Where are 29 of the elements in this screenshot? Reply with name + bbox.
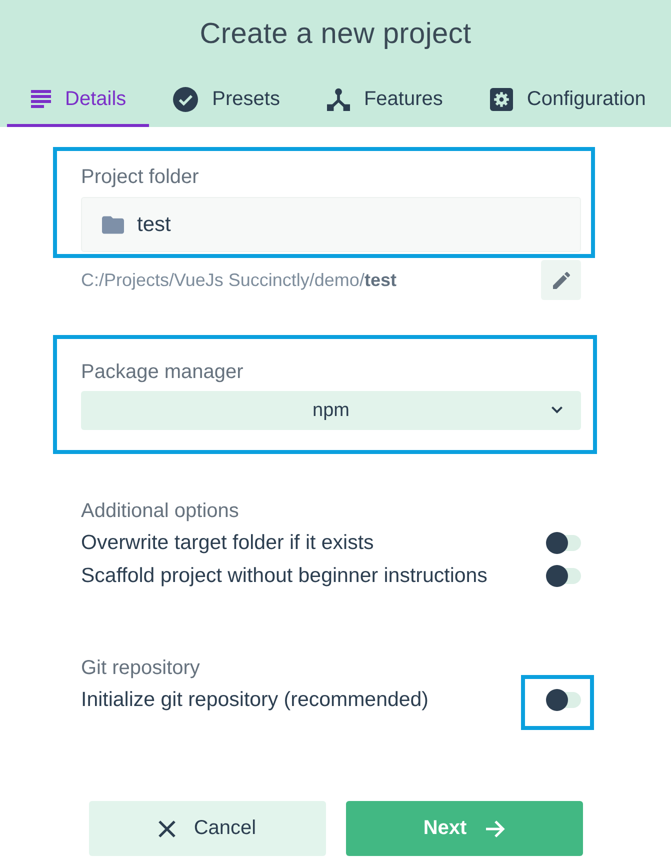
tab[interactable]: Configuration — [466, 74, 669, 127]
option-label: Scaffold project without beginner instructions — [81, 564, 488, 588]
window-title: Create a new project — [200, 17, 472, 52]
close-icon — [158, 820, 176, 838]
option-label: Overwrite target folder if it exists — [81, 530, 374, 554]
chevron-down-icon — [551, 406, 563, 414]
check-circle-icon — [173, 86, 198, 112]
pencil-icon — [552, 272, 570, 288]
tab[interactable]: Features — [302, 74, 466, 127]
section-heading: Additional options — [81, 499, 239, 523]
section-heading: Git repository — [81, 656, 200, 680]
option-label: Initialize git repository (recommended) — [81, 688, 428, 712]
tab[interactable]: Details — [7, 74, 150, 127]
gear-icon — [490, 88, 513, 110]
folder-icon — [102, 216, 124, 234]
package-manager-select[interactable]: npm — [81, 391, 581, 430]
edit-button[interactable] — [541, 260, 581, 300]
list-icon — [31, 90, 51, 108]
toggle-switch[interactable] — [546, 564, 581, 586]
branch-icon — [326, 88, 350, 110]
arrow-right-icon — [484, 820, 505, 838]
cancel-button[interactable]: Cancel — [88, 801, 326, 856]
toggle-switch[interactable] — [546, 532, 581, 554]
folder-input[interactable]: test — [81, 197, 581, 252]
toggle-switch[interactable] — [546, 688, 581, 710]
tab[interactable]: Presets — [149, 74, 303, 127]
field-label: Project folder — [81, 165, 199, 189]
folder-path: C:/Projects/VueJs Succinctly/demo/test — [81, 270, 396, 290]
field-label: Package manager — [81, 360, 244, 384]
